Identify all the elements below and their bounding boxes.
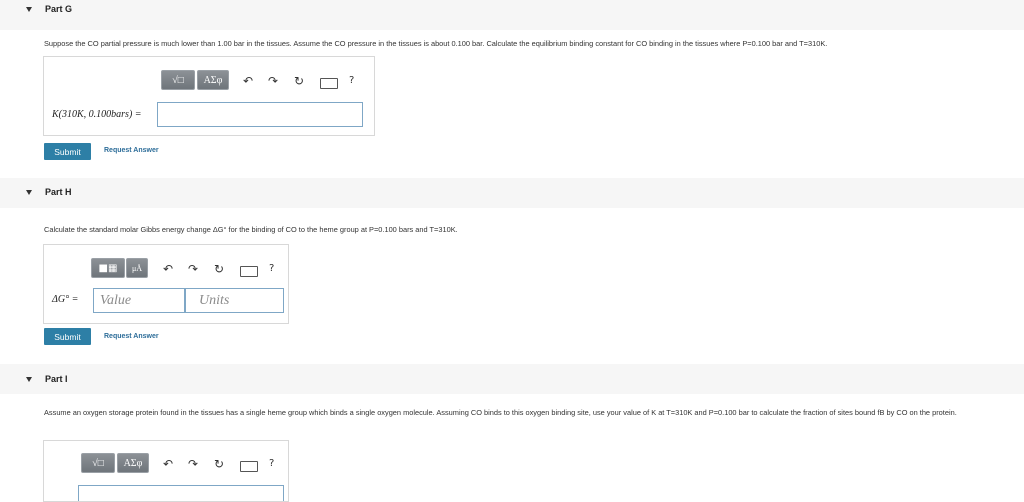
collapse-caret-icon[interactable]	[26, 190, 32, 195]
units-button[interactable]: μÅ	[126, 258, 148, 278]
greek-symbols-icon: ΑΣφ	[203, 74, 223, 86]
greek-symbols-icon: ΑΣφ	[123, 457, 143, 469]
part-h-answer-box: ■▦ μÅ ↶ ↷ ↻ ? ΔG° = Value Units	[43, 244, 289, 324]
collapse-caret-icon[interactable]	[26, 7, 32, 12]
reset-icon[interactable]: ↻	[214, 263, 224, 275]
value-placeholder: Value	[100, 293, 132, 308]
greek-symbols-button[interactable]: ΑΣφ	[197, 70, 229, 90]
redo-icon[interactable]: ↷	[188, 458, 198, 470]
undo-icon[interactable]: ↶	[163, 263, 173, 275]
keyboard-icon[interactable]	[240, 266, 258, 277]
keyboard-icon[interactable]	[240, 461, 258, 472]
part-i-header[interactable]: Part I	[0, 364, 1024, 394]
part-i-answer-input[interactable]	[78, 485, 284, 501]
part-g-header[interactable]: Part G	[0, 0, 1024, 30]
reset-icon[interactable]: ↻	[214, 458, 224, 470]
part-i-question: Assume an oxygen storage protein found i…	[44, 408, 957, 417]
greek-symbols-button[interactable]: ΑΣφ	[117, 453, 149, 473]
templates-button[interactable]: ■▦	[91, 258, 125, 278]
part-g-submit-button[interactable]: Submit	[44, 143, 91, 160]
part-h-title: Part H	[45, 187, 72, 197]
undo-icon[interactable]: ↶	[243, 75, 253, 87]
templates-button[interactable]: √□	[81, 453, 115, 473]
part-g-request-answer-link[interactable]: Request Answer	[104, 147, 159, 154]
part-g-title: Part G	[45, 4, 73, 14]
part-g-question: Suppose the CO partial pressure is much …	[44, 39, 828, 48]
templates-icon: √□	[172, 74, 184, 86]
templates-icon: ■▦	[98, 262, 118, 274]
help-icon[interactable]: ?	[349, 75, 354, 87]
part-g-label: K(310K, 0.100bars) =	[52, 109, 142, 120]
redo-icon[interactable]: ↷	[188, 263, 198, 275]
templates-button[interactable]: √□	[161, 70, 195, 90]
part-h-value-input[interactable]: Value	[93, 288, 185, 313]
units-placeholder: Units	[199, 293, 230, 308]
undo-icon[interactable]: ↶	[163, 458, 173, 470]
help-icon[interactable]: ?	[269, 458, 274, 470]
part-h-label: ΔG° =	[52, 294, 79, 305]
part-h-question: Calculate the standard molar Gibbs energ…	[44, 225, 458, 234]
help-icon[interactable]: ?	[269, 263, 274, 275]
part-h-header[interactable]: Part H	[0, 178, 1024, 208]
templates-icon: √□	[92, 457, 104, 469]
redo-icon[interactable]: ↷	[268, 75, 278, 87]
part-g-answer-box: √□ ΑΣφ ↶ ↷ ↻ ? K(310K, 0.100bars) =	[43, 56, 375, 136]
part-h-request-answer-link[interactable]: Request Answer	[104, 333, 159, 340]
part-i-answer-box: √□ ΑΣφ ↶ ↷ ↻ ?	[43, 440, 289, 502]
part-h-submit-button[interactable]: Submit	[44, 328, 91, 345]
keyboard-icon[interactable]	[320, 78, 338, 89]
part-h-units-input[interactable]: Units	[185, 288, 284, 313]
units-icon: μÅ	[131, 263, 143, 273]
part-g-answer-input[interactable]	[157, 102, 363, 127]
reset-icon[interactable]: ↻	[294, 75, 304, 87]
part-i-title: Part I	[45, 374, 68, 384]
collapse-caret-icon[interactable]	[26, 377, 32, 382]
